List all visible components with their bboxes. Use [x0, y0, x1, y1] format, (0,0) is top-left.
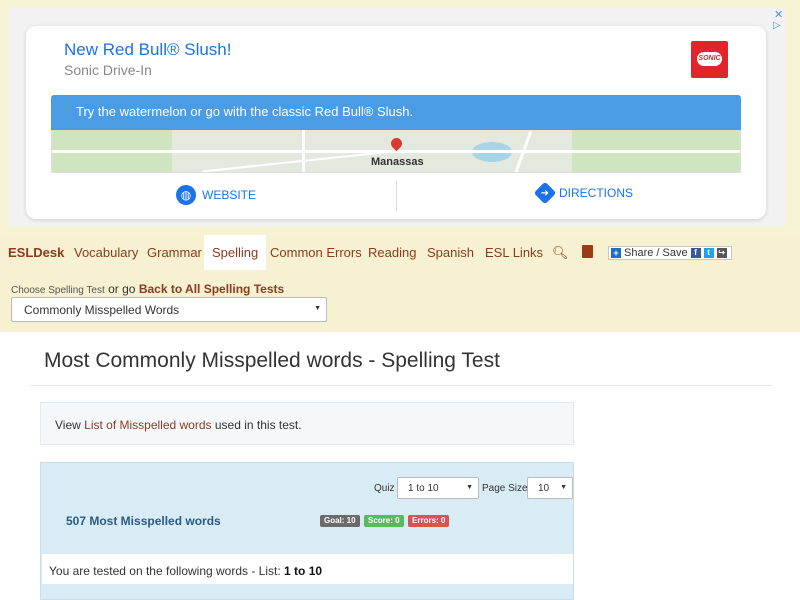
page-size-select[interactable]: 10 ▼ — [527, 477, 573, 499]
ad-banner[interactable]: Try the watermelon or go with the classi… — [51, 95, 741, 130]
score-badge: Score: 0 — [364, 515, 404, 527]
nav-item-grammar[interactable]: Grammar — [147, 235, 202, 270]
errors-badge: Errors: 0 — [408, 515, 450, 527]
quiz-heading[interactable]: 507 Most Misspelled words — [66, 514, 221, 528]
share-plus-icon: + — [611, 248, 621, 258]
facebook-icon[interactable]: f — [690, 248, 701, 258]
sonic-logo-text: SONIC — [697, 52, 722, 66]
map-label: Manassas — [371, 156, 424, 168]
page-size-label: Page Size — [482, 483, 528, 494]
or-go-text: or go — [108, 282, 136, 296]
info-prefix: View — [55, 418, 81, 432]
share-save-button[interactable]: + Share / Save f t ↪ — [608, 246, 732, 260]
ad-divider — [396, 181, 397, 211]
misspelled-list-link[interactable]: List of Misspelled words — [84, 418, 211, 432]
words-range-box: You are tested on the following words - … — [42, 554, 573, 584]
chevron-down-icon: ▼ — [314, 305, 321, 312]
chevron-down-icon: ▼ — [560, 484, 567, 491]
quiz-panel: Quiz 1 to 10 ▼ Page Size 10 ▼ 507 Most M… — [40, 462, 574, 600]
back-to-tests-link[interactable]: Back to All Spelling Tests — [139, 282, 284, 296]
nav-item-spelling[interactable]: Spelling — [204, 235, 267, 270]
quiz-label: Quiz — [374, 483, 395, 494]
page-title: Most Commonly Misspelled words - Spellin… — [44, 349, 500, 372]
title-divider — [30, 385, 772, 386]
words-range-value: 1 to 10 — [284, 564, 323, 578]
directions-label: DIRECTIONS — [559, 186, 634, 200]
search-icon[interactable]: 🔍︎ — [552, 245, 569, 261]
directions-button[interactable]: ➜ DIRECTIONS — [533, 181, 634, 205]
website-button[interactable]: ◍ WEBSITE — [176, 185, 256, 205]
globe-icon: ◍ — [176, 185, 196, 205]
ad-card[interactable]: New Red Bull® Slush! Sonic Drive-In SONI… — [26, 26, 766, 219]
choose-test-label: Choose Spelling Test — [11, 285, 105, 296]
choose-test-area: Choose Spelling Test or go Back to All S… — [0, 270, 800, 332]
book-icon[interactable] — [582, 245, 593, 258]
nav-item-reading[interactable]: Reading — [368, 235, 416, 270]
spelling-test-select[interactable]: Commonly Misspelled Words ▼ — [11, 297, 327, 322]
info-box: View List of Misspelled words used in th… — [40, 402, 574, 445]
nav-item-esl-links[interactable]: ESL Links — [485, 235, 543, 270]
adchoices-icon[interactable]: ▷ — [773, 20, 781, 31]
chevron-down-icon: ▼ — [466, 484, 473, 491]
quiz-select-value: 1 to 10 — [408, 483, 439, 494]
ad-map[interactable]: Manassas — [51, 130, 741, 173]
info-suffix: used in this test. — [214, 418, 302, 432]
website-label: WEBSITE — [202, 188, 257, 202]
ad-actions: ◍ WEBSITE ➜ DIRECTIONS — [51, 173, 741, 219]
directions-arrow-icon: ➜ — [533, 181, 557, 205]
share-arrow-icon[interactable]: ↪ — [716, 248, 727, 258]
share-save-label: Share / Save — [624, 247, 688, 259]
goal-badge: Goal: 10 — [320, 515, 360, 527]
ad-region: ✕ ▷ New Red Bull® Slush! Sonic Drive-In … — [0, 0, 800, 235]
nav-item-spanish[interactable]: Spanish — [427, 235, 474, 270]
sonic-logo: SONIC — [691, 41, 728, 78]
ad-title[interactable]: New Red Bull® Slush! — [64, 40, 232, 60]
nav-item-common-errors[interactable]: Common Errors — [270, 235, 362, 270]
nav-item-vocabulary[interactable]: Vocabulary — [74, 235, 138, 270]
twitter-icon[interactable]: t — [703, 248, 714, 258]
page-size-select-value: 10 — [538, 483, 550, 494]
quiz-select[interactable]: 1 to 10 ▼ — [397, 477, 479, 499]
spelling-test-select-value: Commonly Misspelled Words — [24, 303, 180, 317]
map-pin-icon — [388, 135, 405, 152]
choose-test-line: Choose Spelling Test or go Back to All S… — [11, 282, 284, 296]
words-range-prefix: You are tested on the following words - … — [49, 564, 281, 578]
nav-brand[interactable]: ESLDesk — [8, 235, 64, 270]
ad-subtitle: Sonic Drive-In — [64, 62, 152, 78]
